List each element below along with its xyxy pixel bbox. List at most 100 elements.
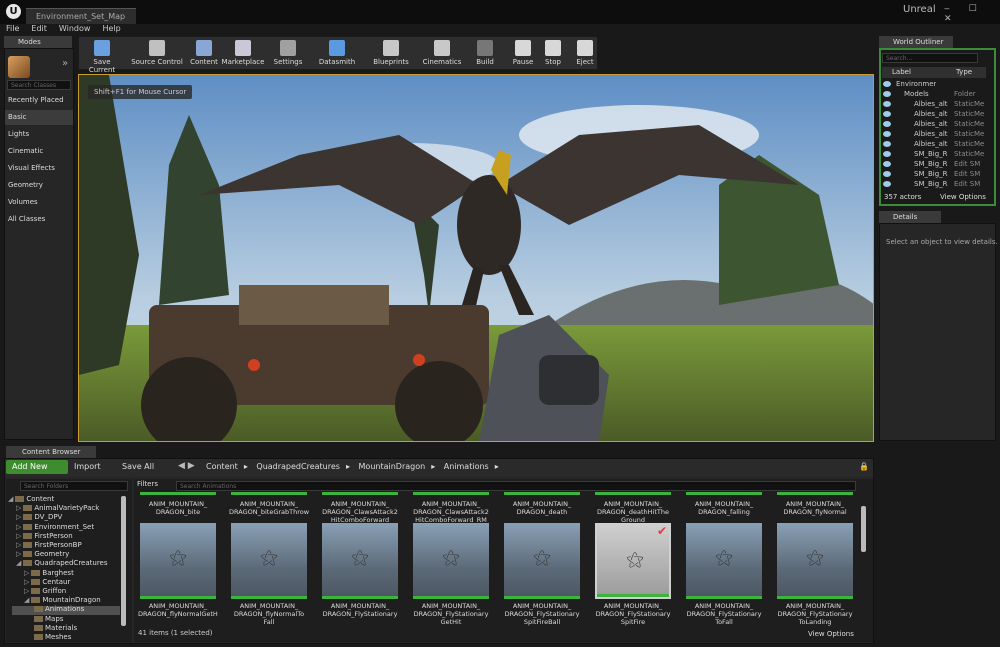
mode-category[interactable]: Lights [5,127,73,142]
toolbar-datasmith-button[interactable]: Datasmith [312,37,362,71]
asset-thumbnail[interactable]: ⚝ [140,523,216,599]
tab-modes[interactable]: Modes [4,36,72,48]
add-new-button[interactable]: Add New [6,460,68,474]
folder-toggle-icon[interactable]: ▷ [24,569,29,577]
folder-toggle-icon[interactable]: ▷ [24,578,29,586]
tab-content-browser[interactable]: Content Browser [6,446,96,458]
visibility-eye-icon[interactable] [883,161,891,167]
folder-toggle-icon[interactable]: ◢ [16,559,21,567]
tab-world-outliner[interactable]: World Outliner [879,36,953,48]
visibility-eye-icon[interactable] [883,91,891,97]
mode-category[interactable]: All Classes [5,212,73,227]
search-assets-input[interactable]: Search Animations [176,481,856,491]
asset-view-options[interactable]: View Options [808,630,854,638]
mode-category[interactable]: Geometry [5,178,73,193]
folder-toggle-icon[interactable]: ◢ [24,596,29,604]
outliner-row[interactable]: Albies_alt StaticMe [882,110,986,120]
save-all-button[interactable]: Save All [122,462,154,471]
level-viewport[interactable] [78,74,874,442]
asset-thumbnail[interactable]: ⚝ [504,523,580,599]
folder-item[interactable]: ▷ Environment_Set [16,523,94,532]
mode-category[interactable]: Volumes [5,195,73,210]
folder-toggle-icon[interactable]: ▷ [16,532,21,540]
history-arrows-icon[interactable]: ◀ ▶ [178,461,195,471]
folder-item[interactable]: Animations [32,605,84,614]
toolbar-eject-button[interactable]: Eject [572,37,598,71]
visibility-eye-icon[interactable] [883,81,891,87]
tab-details[interactable]: Details [879,211,941,223]
outliner-row[interactable]: Albies_alt StaticMe [882,140,986,150]
folder-item[interactable]: ▷ Centaur [24,578,70,587]
toolbar-stop-button[interactable]: Stop [540,37,566,71]
outliner-row[interactable]: SM_Big_R Edit SM [882,170,986,180]
toolbar-settings-button[interactable]: Settings [270,37,306,71]
outliner-view-options[interactable]: View Options [940,193,986,201]
folder-toggle-icon[interactable]: ▷ [16,504,21,512]
breadcrumb-mountaindragon[interactable]: MountainDragon [359,462,426,471]
outliner-row[interactable]: Albies_alt StaticMe [882,130,986,140]
mode-category[interactable]: Basic [5,110,73,125]
visibility-eye-icon[interactable] [883,141,891,147]
outliner-search-input[interactable]: Search... [882,53,978,63]
folder-item[interactable]: ▷ FirstPerson [16,532,73,541]
search-folders-input[interactable]: Search Folders [20,481,128,491]
folder-item[interactable]: ▷ DV_DPV [16,513,62,522]
folder-item[interactable]: ▷ Geometry [16,550,69,559]
mode-category[interactable]: Recently Placed [5,93,73,108]
search-classes-input[interactable]: Search Classes [7,80,71,90]
visibility-eye-icon[interactable] [883,131,891,137]
folder-toggle-icon[interactable]: ▷ [24,587,29,595]
folder-item[interactable]: Materials [32,624,77,633]
asset-thumbnail[interactable]: ⚝ [231,523,307,599]
toolbar-content-button[interactable]: Content [190,37,218,71]
toolbar-cinematics-button[interactable]: Cinematics [420,37,464,71]
folder-toggle-icon[interactable]: ▷ [16,550,21,558]
column-label[interactable]: Label [892,68,911,76]
menu-edit[interactable]: Edit [31,24,47,33]
folder-item[interactable]: Meshes [32,633,71,642]
column-type[interactable]: Type [956,68,972,76]
visibility-eye-icon[interactable] [883,101,891,107]
asset-scrollbar[interactable] [861,506,866,552]
breadcrumb-quadraped[interactable]: QuadrapedCreatures [256,462,340,471]
toolbar-pause-button[interactable]: Pause [510,37,536,71]
mode-category[interactable]: Cinematic [5,144,73,159]
window-controls[interactable]: ‒ ☐ ✕ [944,4,996,24]
menu-help[interactable]: Help [102,24,120,33]
lock-icon[interactable]: 🔒 [859,462,869,471]
asset-thumbnail[interactable]: ⚝ [322,523,398,599]
asset-thumbnail[interactable]: ⚝ [413,523,489,599]
menu-file[interactable]: File [6,24,19,33]
toolbar-save-current-button[interactable]: Save Current [80,37,124,74]
menu-window[interactable]: Window [59,24,91,33]
expand-chevron-icon[interactable]: » [62,58,68,69]
folder-scrollbar[interactable] [121,496,126,626]
outliner-row[interactable]: SM_Big_R StaticMe [882,150,986,160]
folder-toggle-icon[interactable]: ▷ [16,541,21,549]
outliner-row[interactable]: SM_Big_R Edit SM [882,160,986,170]
folder-toggle-icon[interactable]: ▷ [16,523,21,531]
outliner-row[interactable]: Models Folder [882,90,986,100]
toolbar-marketplace-button[interactable]: Marketplace [220,37,266,71]
toolbar-build-button[interactable]: Build [468,37,502,71]
document-tab[interactable]: Environment_Set_Map [26,8,136,24]
folder-item[interactable]: ◢ MountainDragon [24,596,101,605]
filters-button[interactable]: Filters [137,480,158,488]
asset-thumbnail[interactable]: ⚝ [777,523,853,599]
outliner-row[interactable]: Albies_alt StaticMe [882,120,986,130]
breadcrumb-content[interactable]: Content [206,462,238,471]
outliner-row[interactable]: Environment_World [882,80,986,90]
folder-item[interactable]: ▷ Barghest [24,569,74,578]
visibility-eye-icon[interactable] [883,171,891,177]
folder-item[interactable]: ▷ FirstPersonBP [16,541,82,550]
mode-category[interactable]: Visual Effects [5,161,73,176]
toolbar-blueprints-button[interactable]: Blueprints [368,37,414,71]
folder-item[interactable]: ▷ Griffon [24,587,66,596]
folder-item[interactable]: Maps [32,615,63,624]
folder-item[interactable]: ◢ QuadrapedCreatures [16,559,108,568]
outliner-row[interactable]: SM_Big_R Edit SM [882,180,986,190]
asset-thumbnail[interactable]: ⚝ [686,523,762,599]
visibility-eye-icon[interactable] [883,121,891,127]
folder-toggle-icon[interactable]: ▷ [16,513,21,521]
visibility-eye-icon[interactable] [883,181,891,187]
